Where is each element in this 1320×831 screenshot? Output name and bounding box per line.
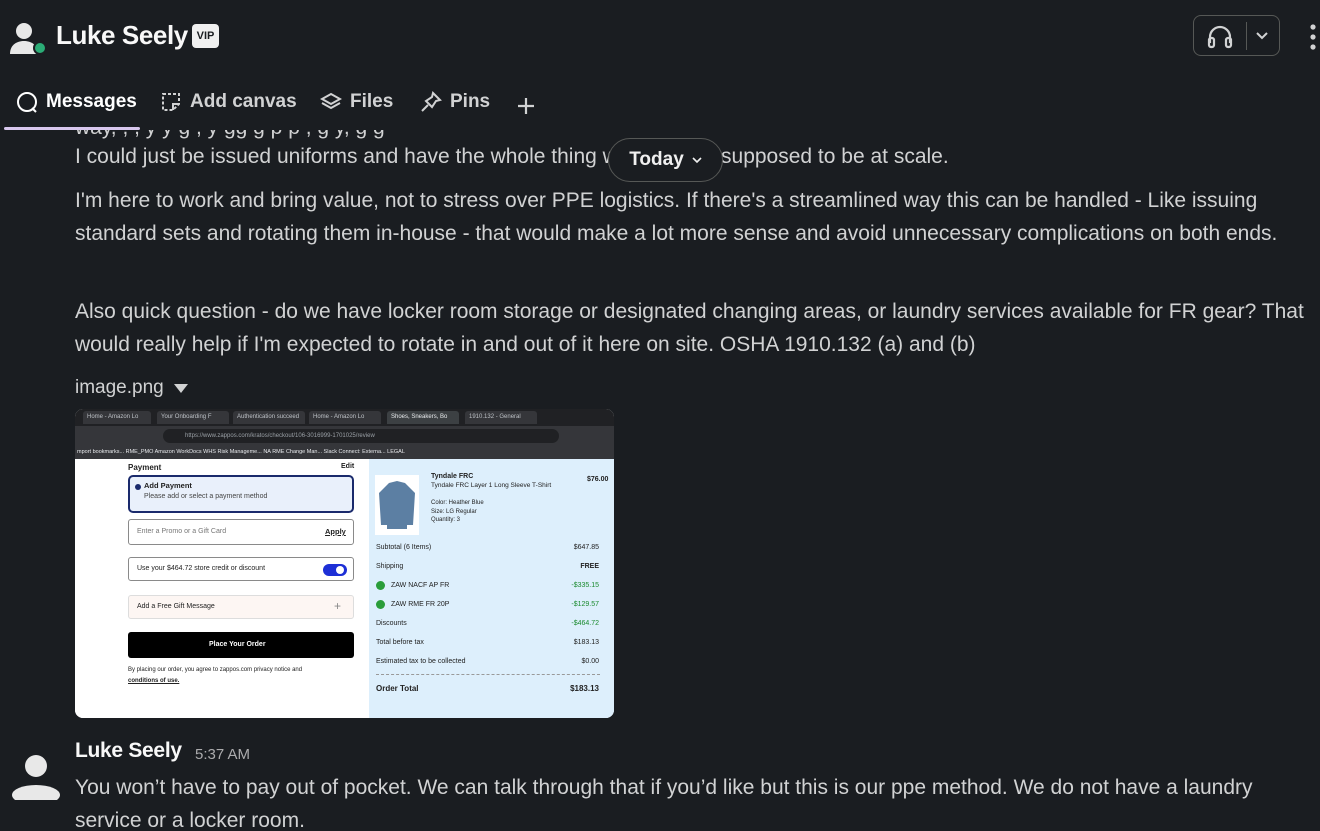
date-label: Today (629, 149, 684, 170)
tab-label: Files (350, 91, 394, 112)
summary-value: -$464.72 (571, 620, 599, 627)
browser-tab: Authentication succeed (233, 411, 305, 424)
summary-label: Discounts (376, 620, 407, 627)
user-avatar-icon[interactable] (10, 748, 62, 800)
chevron-down-icon[interactable] (1255, 29, 1269, 41)
toggle-switch (323, 564, 347, 576)
summary-value: -$335.15 (571, 582, 599, 589)
product-name: Tyndale FRC Layer 1 Long Sleeve T-Shirt (431, 482, 552, 489)
place-order-button: Place Your Order (128, 632, 354, 658)
browser-bookmarks: mport bookmarks... RME_PMO Amazon WorkDo… (75, 446, 614, 459)
summary-value: FREE (580, 563, 599, 570)
edit-link: Edit (341, 463, 355, 470)
summary-label: Shipping (376, 563, 404, 570)
message-text-cutoff: way, , , y y g , y gg g p p , g y, g g (75, 130, 385, 140)
product-qty: Quantity: 3 (431, 517, 461, 523)
order-summary-panel: Tyndale FRC $76.00 Tyndale FRC Layer 1 L… (369, 459, 614, 718)
chevron-down-icon (692, 157, 702, 164)
tab-label: Messages (46, 91, 137, 112)
check-circle-icon (376, 581, 385, 590)
channel-tabs: Messages Add canvas Files Pins (0, 78, 1320, 130)
attachment-filename: image.png (75, 377, 164, 398)
message-paragraph: You won’t have to pay out of pocket. We … (75, 776, 1253, 831)
tab-label: Pins (450, 91, 491, 112)
channel-header: Luke Seely VIP (0, 0, 1320, 72)
tab-add-canvas[interactable]: Add canvas (160, 88, 297, 116)
dm-title[interactable]: Luke Seely (56, 20, 188, 51)
message-paragraph: Also quick question - do we have locker … (75, 300, 1304, 356)
tab-label: Add canvas (190, 91, 297, 112)
summary-value: $0.00 (581, 658, 599, 665)
vip-badge: VIP (192, 24, 219, 48)
store-credit-label: Use your $464.72 store credit or discoun… (137, 565, 266, 572)
browser-tab: Home - Amazon Lo (83, 411, 151, 424)
summary-value: -$129.57 (571, 601, 599, 608)
summary-label: ZAW RME FR 20P (391, 601, 450, 608)
browser-address-bar: https://www.zappos.com/kratos/checkout/1… (75, 426, 614, 446)
summary-value: $183.13 (573, 639, 599, 646)
collapse-triangle-icon[interactable] (173, 383, 188, 393)
legal-text: conditions of use. (128, 678, 180, 684)
apply-link: Apply (325, 527, 346, 536)
order-total-value: $183.13 (570, 684, 599, 693)
gift-message-label: Add a Free Gift Message (137, 603, 215, 610)
attachment-header[interactable]: image.png (75, 377, 188, 399)
user-avatar-icon[interactable] (8, 20, 48, 56)
checkout-payment-panel: Payment Edit Add Payment Please add or s… (75, 459, 369, 718)
message-author[interactable]: Luke Seely (75, 739, 182, 763)
message-timestamp[interactable]: 5:37 AM (195, 746, 250, 763)
product-color: Color: Heather Blue (431, 500, 484, 506)
summary-label: Subtotal (6 Items) (376, 544, 432, 551)
summary-label: ZAW NACF AP FR (391, 582, 450, 589)
order-total-label: Order Total (376, 684, 419, 693)
message-bubble-icon (17, 92, 37, 113)
divider (1246, 22, 1247, 50)
legal-text: By placing our order, you agree to zappo… (128, 667, 303, 673)
plus-icon: + (334, 599, 342, 613)
store-credit-row: Use your $464.72 store credit or discoun… (128, 557, 354, 581)
product-price: $76.00 (587, 476, 609, 483)
tab-files[interactable]: Files (320, 88, 393, 116)
canvas-icon (162, 93, 180, 111)
layers-icon (320, 92, 342, 110)
promo-field: Enter a Promo or a Gift Card Apply (128, 519, 354, 545)
browser-tab: Home - Amazon Lo (309, 411, 381, 424)
add-payment-box: Add Payment Please add or select a payme… (128, 475, 354, 513)
product-image (375, 475, 419, 535)
more-options-icon[interactable] (1306, 22, 1320, 52)
summary-value: $647.85 (573, 544, 599, 551)
huddle-button[interactable] (1193, 15, 1280, 56)
headphones-icon (1207, 25, 1233, 49)
tab-pins[interactable]: Pins (420, 88, 490, 116)
gift-message-row: Add a Free Gift Message + (128, 595, 354, 619)
summary-label: Estimated tax to be collected (376, 658, 466, 665)
place-order-label: Place Your Order (209, 641, 266, 648)
product-size: Size: LG Regular (431, 509, 477, 515)
message-paragraph: I'm here to work and bring value, not to… (75, 189, 1278, 245)
divider (376, 674, 600, 675)
browser-tab-strip: Home - Amazon Lo Your Onboarding F Authe… (75, 409, 614, 426)
browser-url: https://www.zappos.com/kratos/checkout/1… (163, 429, 559, 443)
payment-heading: Payment (128, 463, 162, 472)
date-divider-button[interactable]: Today (608, 138, 723, 182)
browser-tab: Shoes, Sneakers, Bo (387, 411, 459, 424)
message-list[interactable]: way, , , y y g , y gg g p p , g y, g g I… (0, 130, 1320, 831)
summary-label: Total before tax (376, 639, 424, 646)
radio-dot-icon (135, 484, 141, 490)
tab-messages[interactable]: Messages (16, 88, 137, 116)
add-payment-sub: Please add or select a payment method (144, 493, 268, 500)
product-brand: Tyndale FRC (431, 473, 474, 480)
attachment-image[interactable]: Home - Amazon Lo Your Onboarding F Authe… (75, 409, 614, 718)
add-tab-plus-icon[interactable] (516, 92, 536, 120)
browser-tab: 1910.132 - General (465, 411, 537, 424)
pin-icon (421, 91, 442, 112)
promo-placeholder: Enter a Promo or a Gift Card (137, 528, 227, 535)
browser-tab: Your Onboarding F (157, 411, 229, 424)
add-payment-title: Add Payment (144, 481, 192, 490)
check-circle-icon (376, 600, 385, 609)
